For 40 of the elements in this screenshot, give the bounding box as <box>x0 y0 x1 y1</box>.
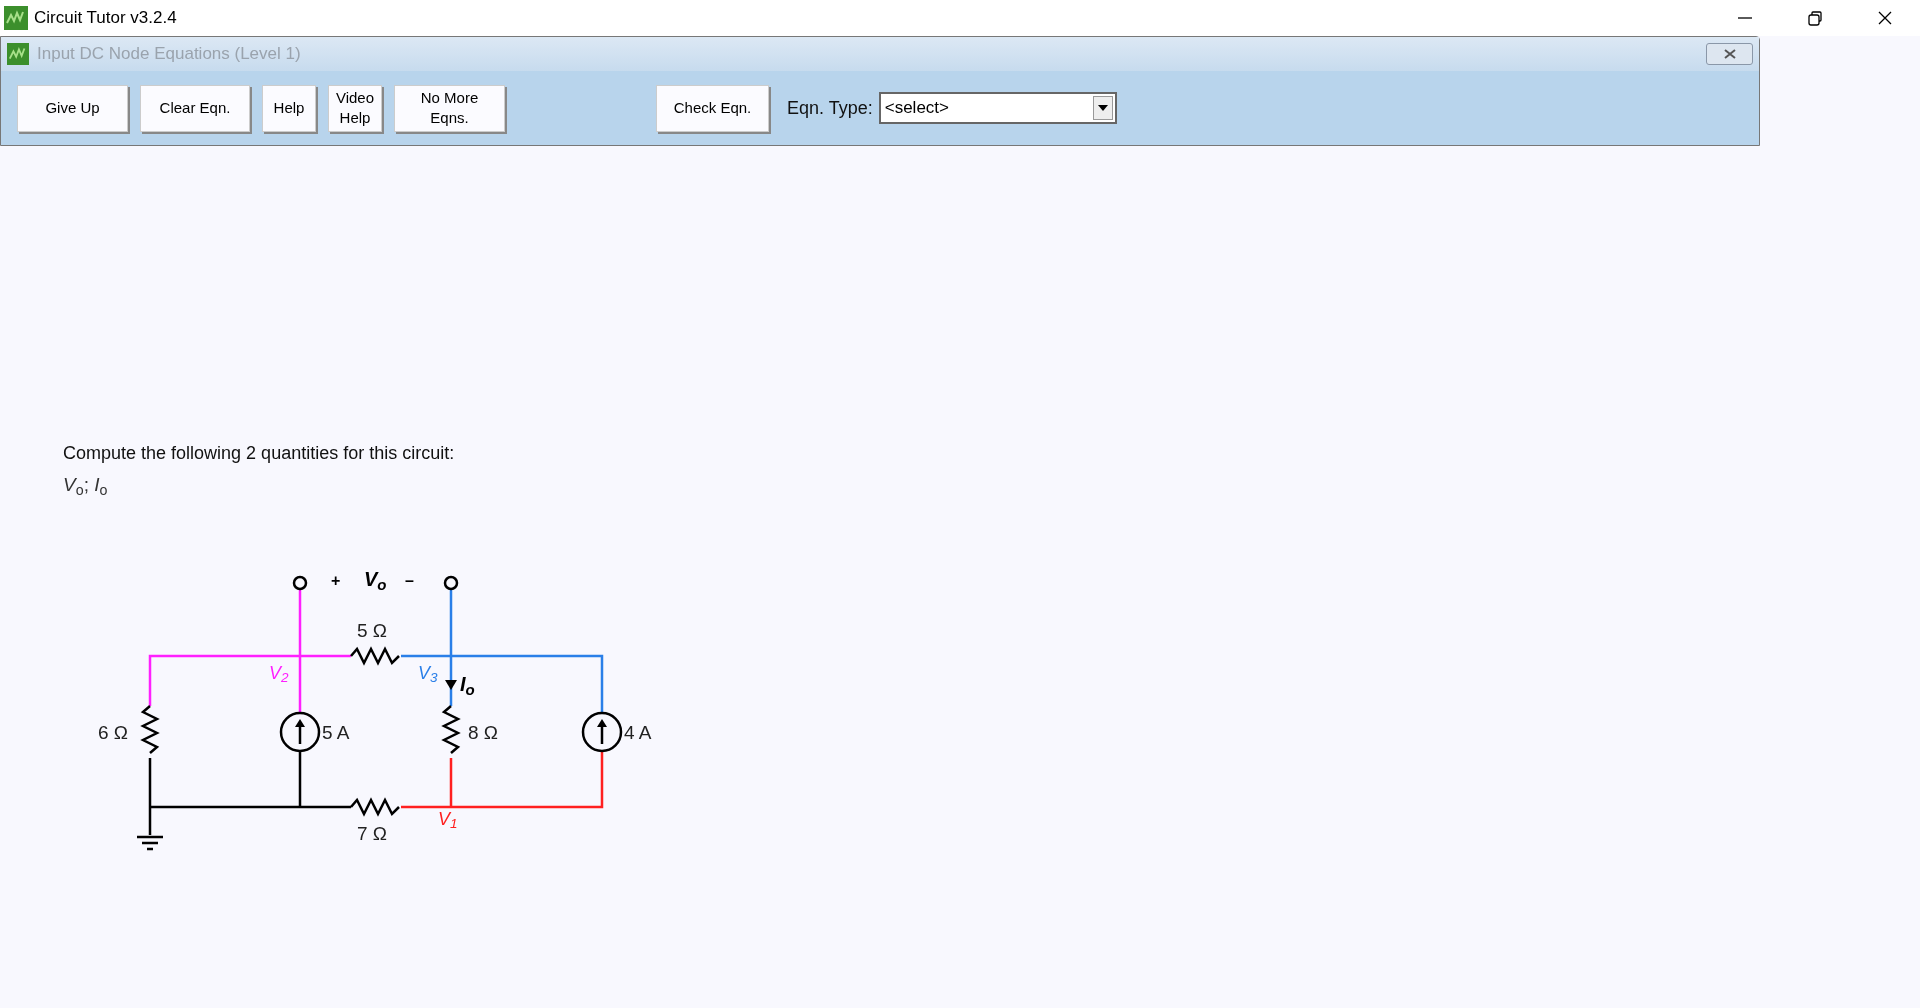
output-voltage-label: V$_{o}$ <box>364 569 387 589</box>
problem-prompt: Compute the following 2 quantities for this circuit: <box>63 442 455 465</box>
current-label: I$_{o}$ <box>460 674 475 694</box>
ground-icon <box>135 835 165 851</box>
component-label: 7 Ω <box>357 824 388 843</box>
resistor-icon <box>350 646 400 666</box>
terminal-icon <box>443 575 459 591</box>
minus-sign: – <box>405 573 414 589</box>
toolbar-button[interactable]: Video Help <box>328 84 382 132</box>
resistor-icon <box>140 705 160 754</box>
close-button[interactable] <box>1706 43 1753 65</box>
terminal-icon <box>292 575 308 591</box>
resistor-icon <box>350 797 400 817</box>
current-source-icon <box>279 711 321 753</box>
component-label: 5 A <box>322 723 350 742</box>
component-label: 4 A <box>624 723 652 742</box>
window-title: Circuit Tutor v3.2.4 <box>34 7 177 30</box>
close-icon <box>1722 49 1737 59</box>
current-arrow-icon <box>445 680 457 690</box>
toolbar-button[interactable]: Help <box>262 84 316 132</box>
app-logo-icon <box>4 6 28 30</box>
resistor-icon <box>441 705 461 754</box>
toolbar-button[interactable]: Clear Eqn. <box>140 84 250 132</box>
node-label: V$_{3}$ <box>418 664 438 682</box>
node-label: V$_{2}$ <box>269 664 289 682</box>
component-label: 5 Ω <box>357 621 388 640</box>
current-source-icon <box>581 711 623 753</box>
toolbar-button[interactable]: Give Up <box>17 84 128 132</box>
component-label: 6 Ω <box>98 723 129 742</box>
minimize-icon <box>1738 17 1752 19</box>
quantities-text: V$_{o}$; I$_{o}$ <box>63 473 108 500</box>
toolbar-button[interactable]: No More Eqns. <box>394 84 505 132</box>
dialog-title: Input DC Node Equations (Level 1) <box>37 43 301 66</box>
eqn-type-dropdown[interactable]: <select> <box>878 92 1117 124</box>
node-label: V$_{1}$ <box>438 810 458 828</box>
eqn-type-label: Eqn. Type: <box>787 96 873 120</box>
component-label: 8 Ω <box>468 723 499 742</box>
app-logo-icon <box>7 43 29 65</box>
check-eqn-button[interactable]: Check Eqn. <box>656 84 769 132</box>
plus-sign: + <box>331 573 341 589</box>
